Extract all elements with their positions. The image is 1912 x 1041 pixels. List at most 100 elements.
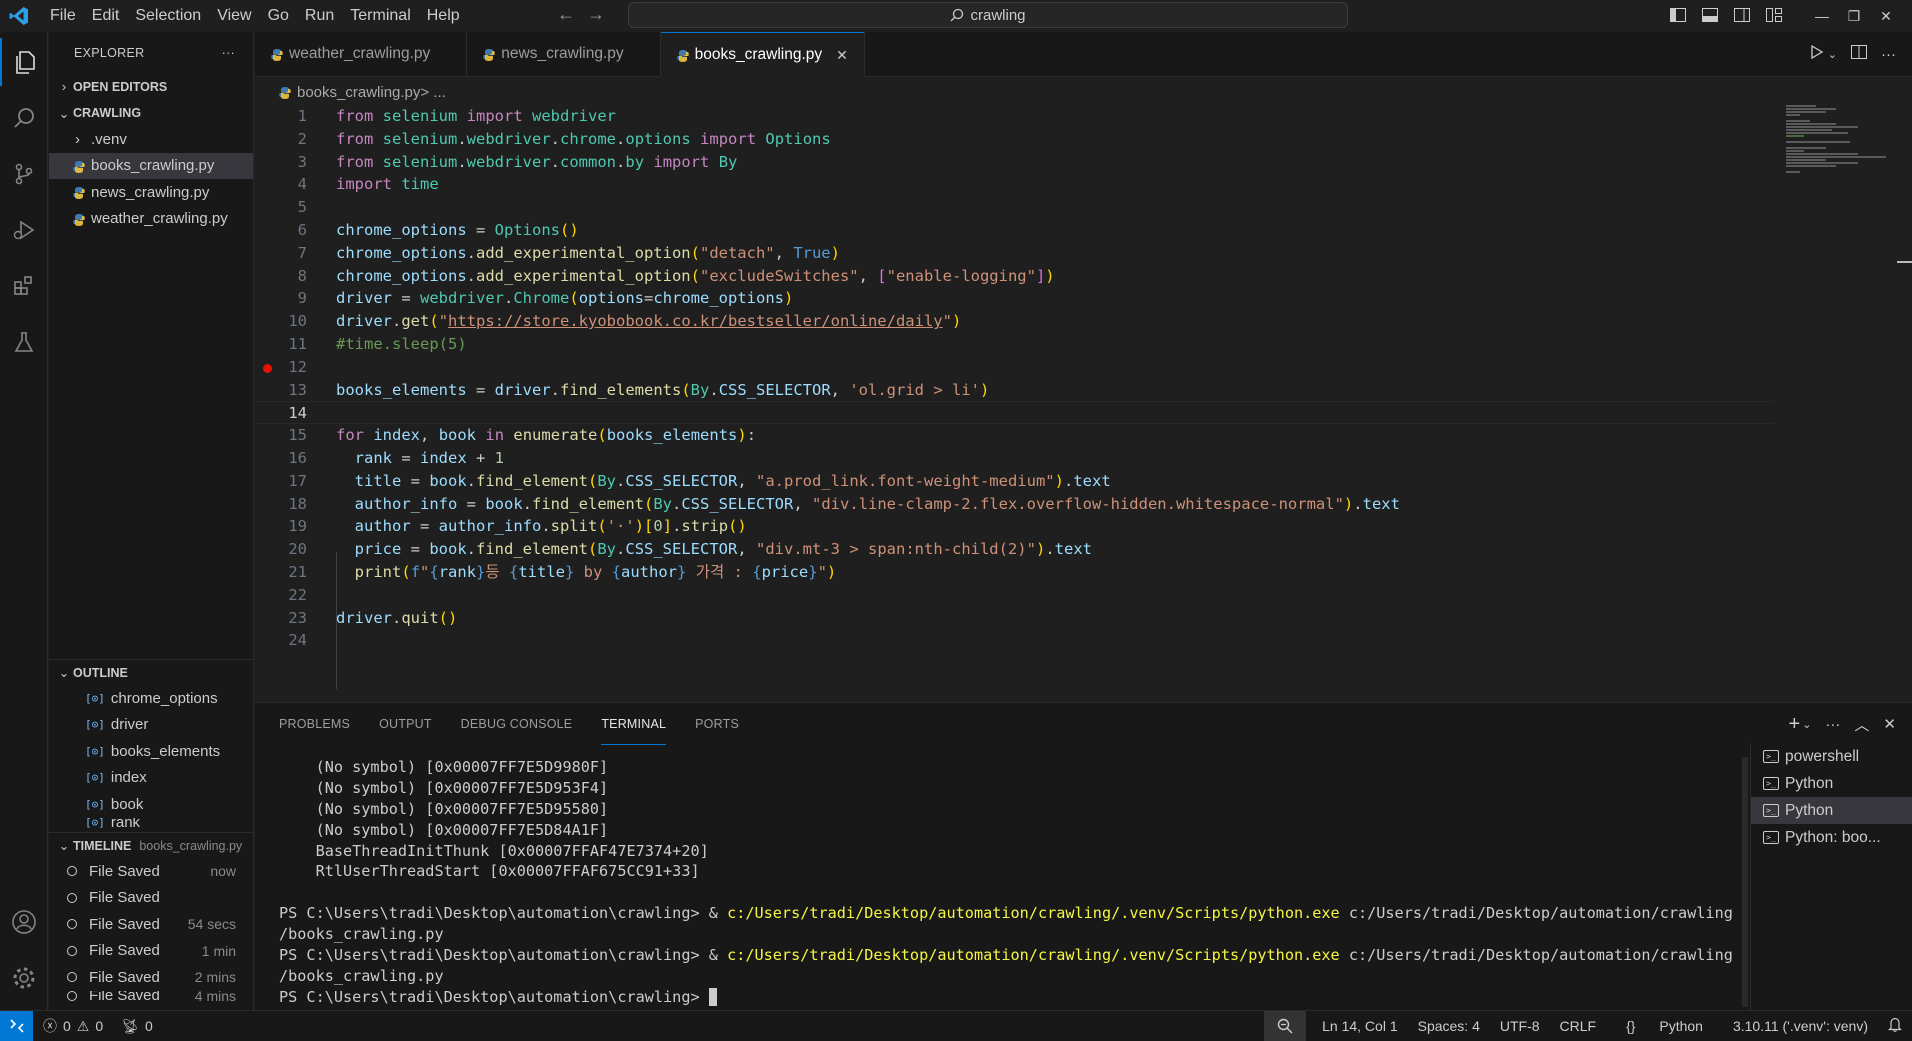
code-editor[interactable]: 1 from selenium import webdriver 2 from se… — [255, 103, 1775, 701]
line-ending[interactable]: CRLF — [1550, 1018, 1607, 1034]
manage-gear-icon[interactable] — [0, 954, 48, 1002]
editor-tabs: weather_crawling.py news_crawling.py boo… — [255, 32, 1912, 77]
terminal-line: (No symbol) [0x00007FF7E5D953F4] — [279, 778, 609, 797]
tab-terminal[interactable]: TERMINAL — [601, 703, 667, 745]
commit-circle-icon — [67, 990, 77, 1001]
accounts-icon[interactable] — [0, 898, 48, 946]
outline-item[interactable]: [⊙] driver — [49, 712, 254, 739]
indentation[interactable]: Spaces: 4 — [1408, 1018, 1490, 1034]
terminal-item-powershell[interactable]: >_ powershell — [1751, 743, 1912, 770]
crawling-folder-section[interactable]: ⌄ CRAWLING — [49, 100, 253, 126]
timeline-item[interactable]: File Saved 1 min — [49, 938, 254, 965]
more-actions-icon[interactable]: ··· — [1825, 716, 1840, 733]
split-editor-icon[interactable] — [1851, 45, 1867, 63]
menu-help[interactable]: Help — [419, 1, 468, 31]
terminal-scrollbar[interactable] — [1742, 757, 1748, 1007]
close-panel-icon[interactable]: ✕ — [1883, 715, 1896, 733]
source-control-icon[interactable] — [0, 150, 48, 198]
scrollbar-thumb[interactable] — [1897, 261, 1912, 263]
more-actions-icon[interactable]: ··· — [222, 46, 235, 60]
timeline-section[interactable]: ⌄ TIMELINE books_crawling.py — [49, 832, 254, 858]
breadcrumb-more[interactable]: > ... — [420, 84, 445, 101]
terminal-line: /books_crawling.py — [279, 925, 444, 944]
timeline-item[interactable]: File Saved 4 mins — [49, 990, 254, 1001]
tree-item-weather-crawling[interactable]: weather_crawling.py — [49, 206, 253, 233]
command-center-search[interactable]: crawling — [628, 2, 1348, 28]
maximize-panel-chevron-up-icon[interactable]: ︿ — [1854, 714, 1869, 735]
code-text: driver.get("https://store.kyobobook.co.k… — [336, 312, 962, 331]
commit-circle-icon — [67, 972, 77, 983]
code-line: 13 books_elements = driver.find_elements(… — [255, 379, 1775, 402]
more-actions-icon[interactable]: ··· — [1881, 46, 1896, 63]
menu-run[interactable]: Run — [297, 1, 342, 31]
language-mode[interactable]: {} Python — [1606, 1018, 1723, 1034]
tab-news-crawling[interactable]: news_crawling.py — [467, 32, 661, 76]
close-tab-icon[interactable]: ✕ — [836, 47, 848, 64]
menu-view[interactable]: View — [209, 1, 259, 31]
toggle-secondary-sidebar-icon[interactable] — [1726, 7, 1758, 25]
toggle-panel-icon[interactable] — [1694, 7, 1726, 25]
testing-icon[interactable] — [0, 318, 48, 366]
line-number: 16 — [288, 449, 307, 467]
menu-selection[interactable]: Selection — [127, 1, 209, 31]
timeline-item[interactable]: File Saved now — [49, 858, 254, 885]
run-dropdown-chevron-icon[interactable]: ⌄ — [1828, 48, 1837, 61]
minimap-line — [1786, 120, 1810, 122]
encoding[interactable]: UTF-8 — [1490, 1018, 1550, 1034]
code-text: author_info = book.find_element(By.CSS_S… — [354, 494, 1400, 513]
forward-arrow-icon[interactable]: → — [586, 4, 606, 25]
close-window-icon[interactable]: ✕ — [1870, 8, 1902, 25]
timeline-item[interactable]: File Saved 54 secs — [49, 911, 254, 938]
code-line: 23 driver.quit() — [255, 607, 1775, 630]
menu-go[interactable]: Go — [260, 1, 297, 31]
cursor-position[interactable]: Ln 14, Col 1 — [1312, 1018, 1408, 1034]
search-icon[interactable] — [0, 94, 48, 142]
line-number: 23 — [288, 608, 307, 627]
explorer-icon[interactable] — [0, 38, 48, 86]
open-editors-section[interactable]: › OPEN EDITORS — [49, 74, 253, 100]
python-interpreter[interactable]: 3.10.11 ('.venv': venv) — [1723, 1018, 1878, 1034]
outline-item[interactable]: [⊙] rank — [49, 818, 254, 830]
breadcrumb-file[interactable]: books_crawling.py — [297, 84, 420, 101]
remote-indicator-icon[interactable] — [0, 1011, 33, 1041]
minimap[interactable] — [1780, 103, 1900, 701]
tree-item-books-crawling[interactable]: books_crawling.py — [49, 152, 253, 179]
new-terminal-plus-icon[interactable]: + — [1789, 713, 1801, 736]
problems-status[interactable]: ⓧ 0 ⚠ 0 📡︎ 0 — [43, 1016, 153, 1036]
terminal-item-python[interactable]: >_ Python — [1751, 770, 1912, 797]
menu-file[interactable]: File — [42, 1, 84, 31]
tree-item-venv[interactable]: › .venv — [49, 126, 253, 153]
outline-section[interactable]: ⌄ OUTLINE — [49, 659, 254, 685]
terminal-item-python-books[interactable]: >_ Python: boo... — [1751, 824, 1912, 851]
outline-item[interactable]: [⊙] book — [49, 791, 254, 818]
restore-icon[interactable]: ❐ — [1838, 8, 1870, 25]
terminal-output[interactable]: (No symbol) [0x00007FF7E5D9980F] (No sym… — [279, 757, 1749, 1008]
tab-books-crawling[interactable]: books_crawling.py ✕ — [660, 32, 865, 77]
minimize-icon[interactable]: — — [1806, 8, 1838, 24]
timeline-item[interactable]: File Saved 2 mins — [49, 964, 254, 991]
tab-ports[interactable]: PORTS — [695, 703, 739, 745]
outline-item[interactable]: [⊙] books_elements — [49, 738, 254, 765]
minimap-line — [1786, 150, 1804, 152]
tab-debug-console[interactable]: DEBUG CONSOLE — [461, 703, 573, 745]
toggle-primary-sidebar-icon[interactable] — [1662, 7, 1694, 25]
run-debug-icon[interactable] — [0, 206, 48, 254]
terminal-item-python-selected[interactable]: >_ Python — [1751, 797, 1912, 824]
outline-item[interactable]: [⊙] chrome_options — [49, 685, 254, 712]
menu-edit[interactable]: Edit — [84, 1, 128, 31]
tab-problems[interactable]: PROBLEMS — [279, 703, 350, 745]
zoom-icon[interactable] — [1264, 1011, 1307, 1041]
notifications-bell-icon[interactable] — [1878, 1017, 1912, 1035]
timeline-item[interactable]: File Saved — [49, 885, 254, 912]
tree-item-news-crawling[interactable]: news_crawling.py — [49, 179, 253, 206]
outline-item[interactable]: [⊙] index — [49, 765, 254, 792]
menu-terminal[interactable]: Terminal — [342, 1, 418, 31]
tab-output[interactable]: OUTPUT — [379, 703, 432, 745]
terminal-dropdown-chevron-icon[interactable]: ⌄ — [1802, 718, 1811, 731]
tab-weather-crawling[interactable]: weather_crawling.py — [255, 32, 468, 76]
back-arrow-icon[interactable]: ← — [556, 4, 576, 25]
extensions-icon[interactable] — [0, 262, 48, 310]
run-python-file-icon[interactable] — [1810, 44, 1824, 63]
code-line: 17 title = book.find_element(By.CSS_SELE… — [255, 470, 1775, 493]
customize-layout-icon[interactable] — [1758, 7, 1790, 25]
